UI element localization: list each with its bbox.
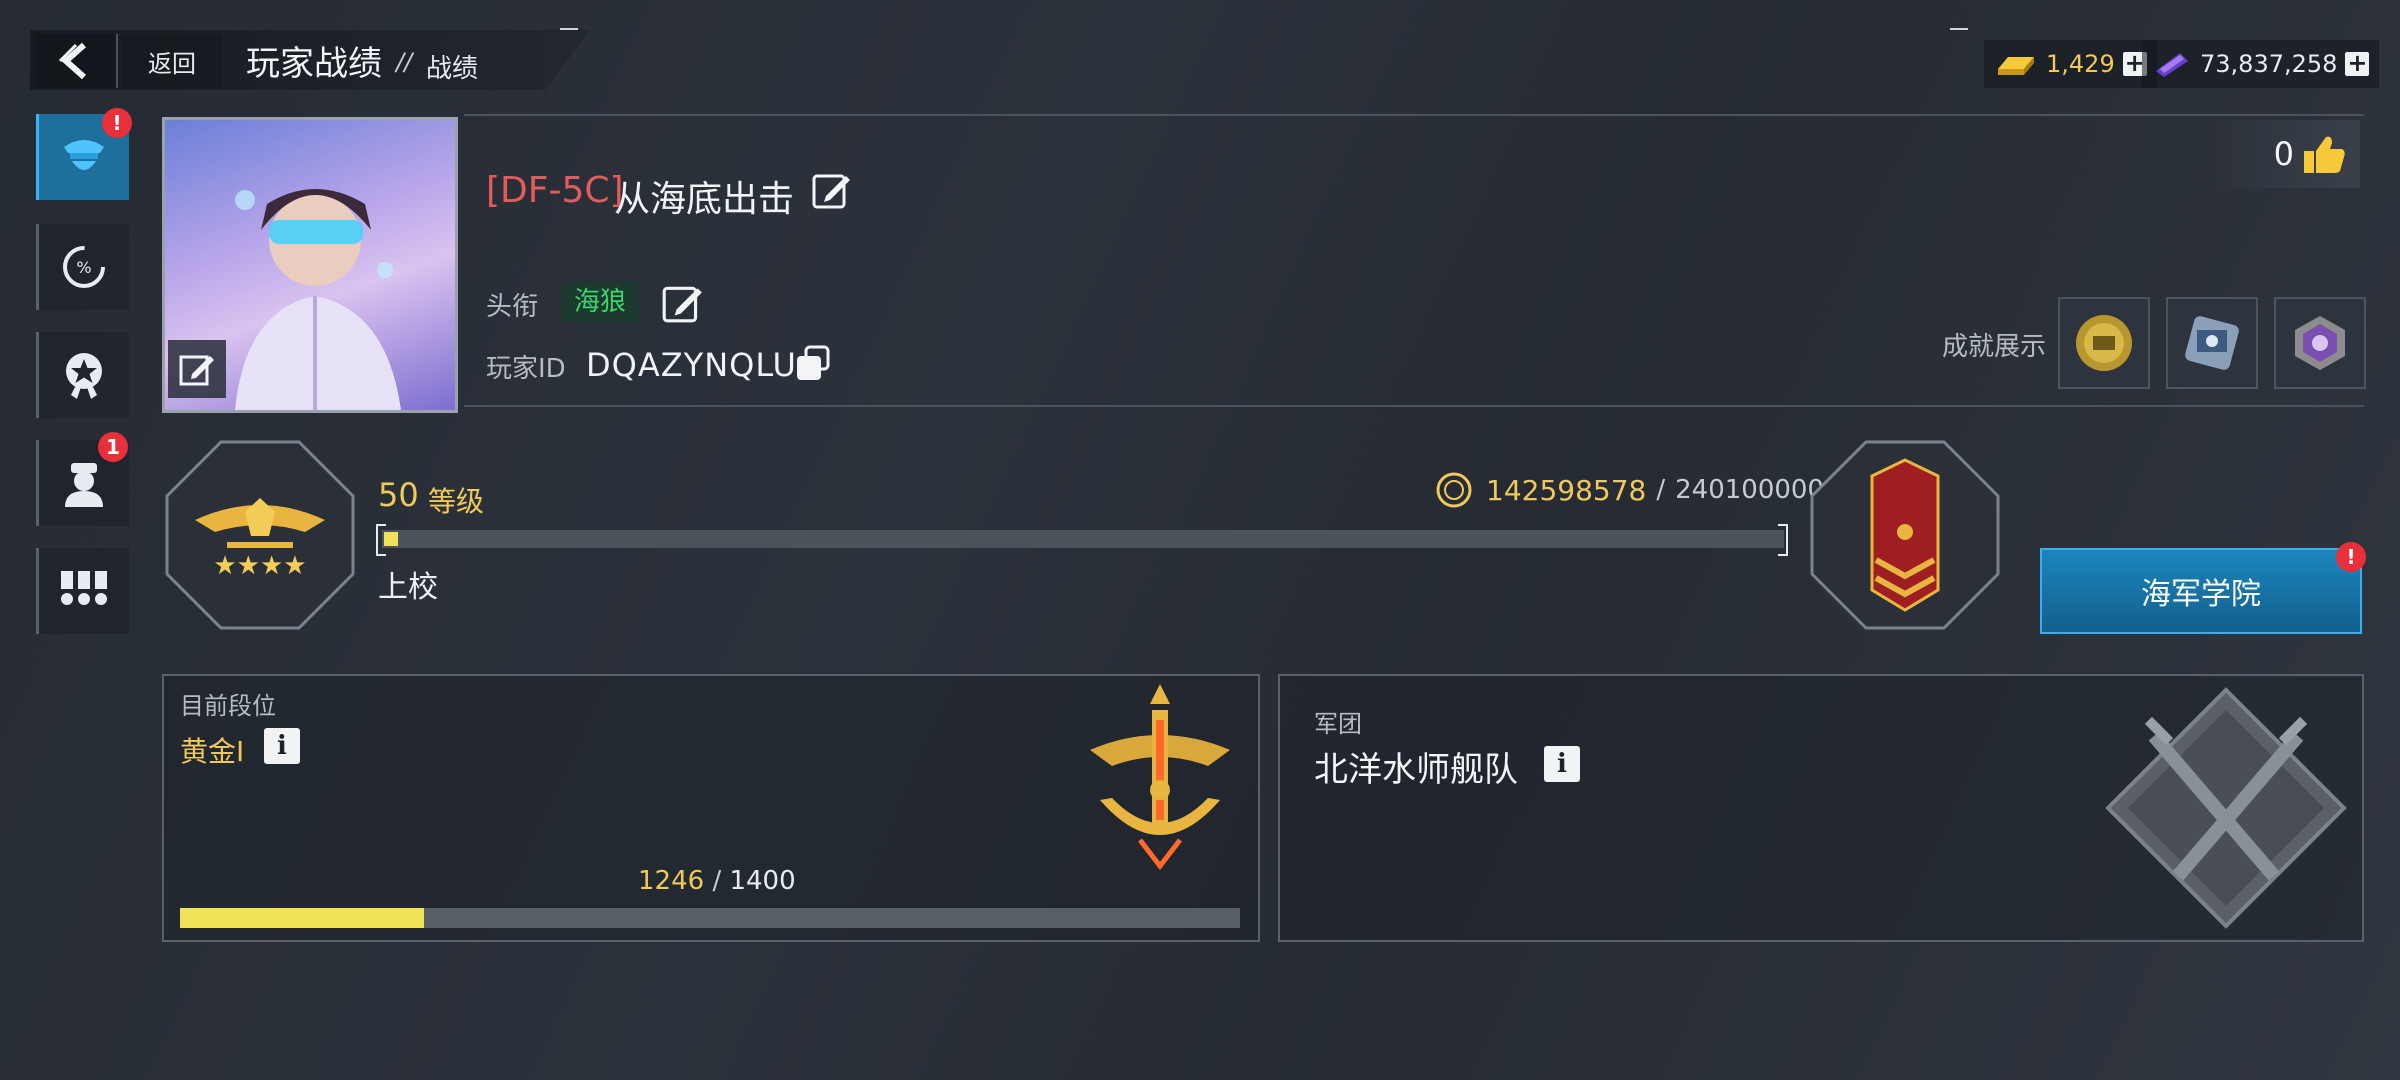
ranked-emblem: [1080, 680, 1240, 874]
exp-current: 142598578: [1486, 473, 1647, 507]
ranked-label: 目前段位: [180, 692, 276, 720]
add-tickets-button[interactable]: +: [2345, 51, 2370, 76]
crossed-swords-icon: [2105, 687, 2347, 929]
rank-name: 上校: [378, 570, 438, 605]
like-count: 0: [2273, 135, 2294, 173]
player-name: 从海底出击: [614, 179, 795, 220]
player-title: 海狼: [562, 282, 639, 322]
ranked-points-separator: /: [712, 866, 722, 896]
officer-cap-icon: [64, 140, 104, 170]
academy-badge: !: [2336, 542, 2366, 572]
silver-badge-icon: [2185, 316, 2239, 370]
percent-gauge-icon: %: [63, 246, 105, 288]
ranked-points-current: 1246: [638, 866, 705, 896]
page-subtitle: 战绩: [426, 54, 479, 84]
header-tick-right: [1950, 28, 1968, 30]
ranked-points-max: 1400: [729, 866, 796, 896]
back-label[interactable]: 返回: [122, 34, 222, 88]
profile-bottom-divider: [464, 405, 2364, 407]
back-button[interactable]: [36, 34, 118, 88]
purple-badge-icon: [2295, 316, 2345, 370]
ranked-progress-fill: [180, 908, 424, 928]
ribbons-icon: [61, 571, 107, 605]
chevron-left-icon: [58, 42, 86, 80]
header-tick: [560, 28, 578, 30]
copy-id-button[interactable]: [794, 344, 832, 386]
thumbs-up-icon: [2304, 136, 2345, 173]
sidebar-item-ribbons[interactable]: [36, 548, 129, 634]
svg-text:★★★★: ★★★★: [213, 551, 306, 581]
legion-label: 军团: [1314, 710, 1362, 738]
level-label: 等级: [428, 485, 485, 518]
edit-avatar-button[interactable]: [168, 340, 226, 398]
exp-separator: /: [1656, 475, 1666, 505]
title-separator: //: [396, 48, 413, 76]
guild-tag: [DF-5C]: [486, 170, 624, 211]
achievement-slot-2[interactable]: [2166, 297, 2258, 389]
exp-progress-track: [382, 530, 1784, 548]
achievements-label: 成就展示: [1942, 332, 2047, 362]
edit-icon: [179, 355, 214, 386]
ranked-tier: 黄金I: [180, 735, 245, 768]
sidebar-profile-badge: !: [102, 108, 132, 138]
gold-bar-icon: [1998, 57, 2034, 75]
exp-bar-left-cap: [376, 524, 386, 556]
achievement-slot-1[interactable]: [2058, 297, 2150, 389]
medal-star-icon: [66, 353, 102, 399]
gold-amount: 1,429: [2046, 50, 2115, 78]
exp-bar-right-cap: [1778, 524, 1788, 556]
copy-icon: [797, 345, 830, 380]
edit-name-button[interactable]: [810, 168, 854, 216]
sailor-icon: [65, 463, 103, 507]
sidebar-crew-badge: 1: [98, 432, 128, 462]
eagle-insignia-icon: ★★★★: [165, 440, 355, 630]
gold-medal-icon: [2076, 315, 2132, 371]
naval-academy-button[interactable]: 海军学院: [2040, 548, 2362, 634]
ranked-info-icon[interactable]: i: [264, 728, 300, 764]
edit-title-button[interactable]: [660, 280, 706, 330]
achievement-slot-3[interactable]: [2274, 297, 2366, 389]
svg-text:%: %: [76, 258, 91, 277]
exp-progress-fill: [384, 532, 398, 546]
edit-icon: [812, 174, 850, 209]
like-button[interactable]: 0: [2210, 120, 2360, 188]
profile-top-divider: [464, 114, 2364, 116]
title-label: 头衔: [486, 292, 539, 322]
exp-icon: [1436, 472, 1472, 508]
player-id: DQAZYNQLU: [586, 346, 797, 384]
gold-currency: 1,429 +: [1984, 40, 2157, 88]
ticket-currency: 73,837,258 +: [2142, 40, 2380, 88]
sidebar-item-medals[interactable]: [36, 332, 129, 418]
ticket-amount: 73,837,258: [2200, 50, 2338, 78]
player-id-label: 玩家ID: [486, 354, 566, 384]
legion-name: 北洋水师舰队: [1314, 750, 1518, 790]
player-level: 50: [378, 476, 419, 514]
exp-max: 240100000: [1675, 475, 1824, 505]
rank-emblem: ★★★★: [165, 440, 355, 634]
next-rank-emblem: [1810, 440, 2000, 634]
edit-icon: [662, 286, 702, 323]
ticket-icon: [2156, 53, 2188, 77]
shoulder-rank-icon: [1810, 440, 2000, 630]
legion-info-icon[interactable]: i: [1544, 746, 1580, 782]
page-title: 玩家战绩: [246, 44, 382, 84]
gold-anchor-icon: [1090, 684, 1230, 871]
ranked-points: 1246 / 1400: [638, 866, 796, 896]
legion-emblem: [2104, 686, 2348, 934]
sidebar-item-stats[interactable]: %: [36, 224, 129, 310]
exp-readout: 142598578 / 240100000: [1434, 470, 1824, 510]
